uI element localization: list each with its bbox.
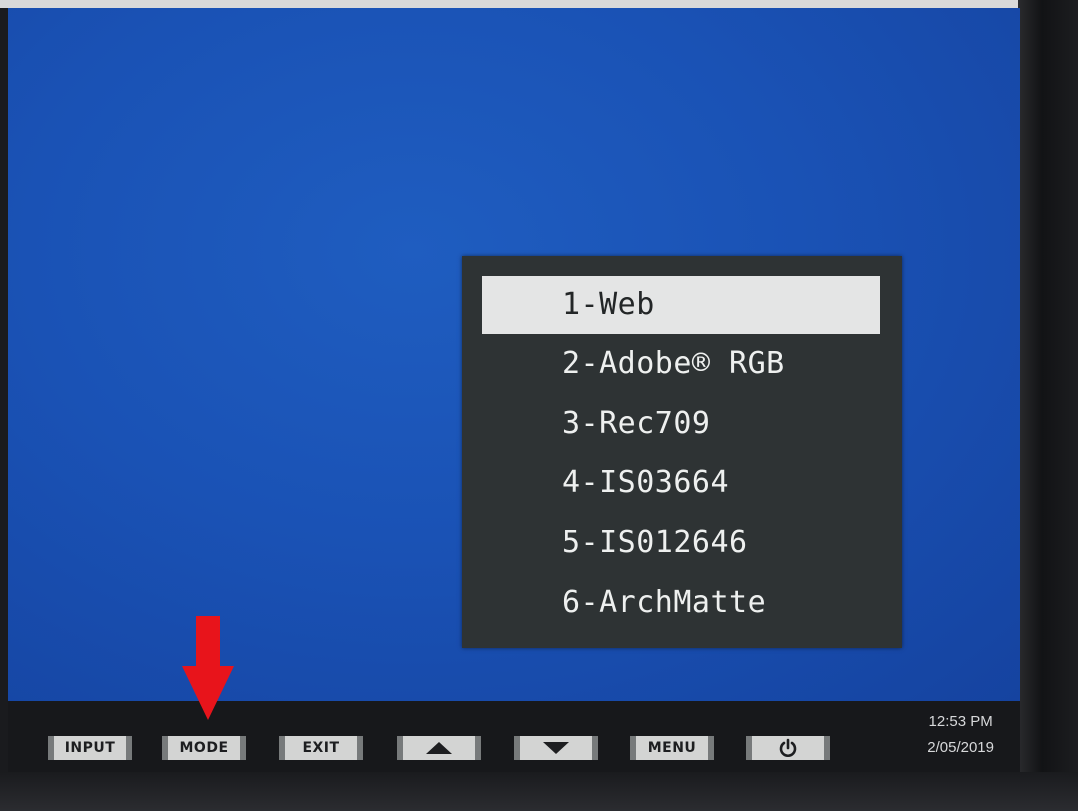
menu-button[interactable]: MENU bbox=[630, 736, 714, 760]
monitor-bezel-right bbox=[1018, 0, 1078, 811]
taskbar: INPUT MODE EXIT MENU 12:53 PM 2/05/2019 bbox=[8, 701, 1020, 772]
input-button[interactable]: INPUT bbox=[48, 736, 132, 760]
down-button[interactable] bbox=[514, 736, 598, 760]
monitor-bezel-bottom bbox=[0, 772, 1078, 811]
up-arrow-icon bbox=[426, 742, 452, 754]
mode-button[interactable]: MODE bbox=[162, 736, 246, 760]
power-icon bbox=[779, 738, 797, 757]
mode-option-rec709[interactable]: 3-Rec709 bbox=[482, 395, 880, 453]
mode-option-iso3664[interactable]: 4-IS03664 bbox=[482, 454, 880, 512]
monitor-bezel-top bbox=[0, 0, 1078, 8]
exit-button[interactable]: EXIT bbox=[279, 736, 363, 760]
mode-option-archmatte[interactable]: 6-ArchMatte bbox=[482, 574, 880, 632]
clock-date: 2/05/2019 bbox=[927, 739, 994, 756]
up-button[interactable] bbox=[397, 736, 481, 760]
mode-option-iso12646[interactable]: 5-IS012646 bbox=[482, 514, 880, 572]
color-mode-menu: 1-Web 2-Adobe® RGB 3-Rec709 4-IS03664 5-… bbox=[462, 256, 902, 648]
mode-option-adobe-rgb[interactable]: 2-Adobe® RGB bbox=[482, 335, 880, 393]
system-clock[interactable]: 12:53 PM 2/05/2019 bbox=[927, 709, 994, 761]
clock-time: 12:53 PM bbox=[928, 713, 993, 730]
power-button[interactable] bbox=[746, 736, 830, 760]
mode-option-web[interactable]: 1-Web bbox=[482, 276, 880, 334]
down-arrow-icon bbox=[543, 742, 569, 754]
red-arrow-indicator bbox=[182, 616, 234, 720]
